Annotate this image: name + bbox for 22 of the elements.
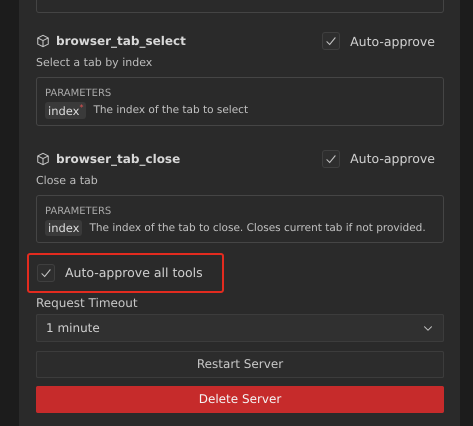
field-label: Request Timeout [36, 296, 139, 310]
parameters-heading: PARAMETERS [45, 88, 112, 99]
timeout-dropdown[interactable]: 1 minute [36, 314, 444, 342]
tool-description: Select a tab by index [36, 56, 154, 69]
checkbox-label: Auto-approve [350, 151, 435, 166]
parameter-description: The index of the tab to close. Closes current tab if not provided. [89, 222, 426, 234]
restart-button[interactable]: Restart Server [36, 350, 444, 378]
cube-icon [36, 34, 50, 48]
parameter-name: index [45, 220, 82, 236]
tool-description: Close a tab [36, 174, 99, 187]
checkbox-label: Auto-approve [350, 34, 435, 48]
cube-icon [36, 152, 50, 166]
parameter-name: index$^{*}$ [45, 102, 86, 119]
checkbox[interactable] [37, 264, 55, 282]
checkbox[interactable] [322, 32, 340, 50]
parameters-heading: PARAMETERS [45, 206, 112, 217]
checkbox-label: Auto-approve all tools [65, 265, 203, 280]
delete-button[interactable]: Delete Server [36, 386, 444, 413]
checkbox[interactable] [322, 150, 340, 168]
tool-name: browser_tab_close [56, 152, 180, 166]
tool-name: browser_tab_select [56, 34, 186, 48]
parameter-description: The index of the tab to select [93, 104, 248, 116]
